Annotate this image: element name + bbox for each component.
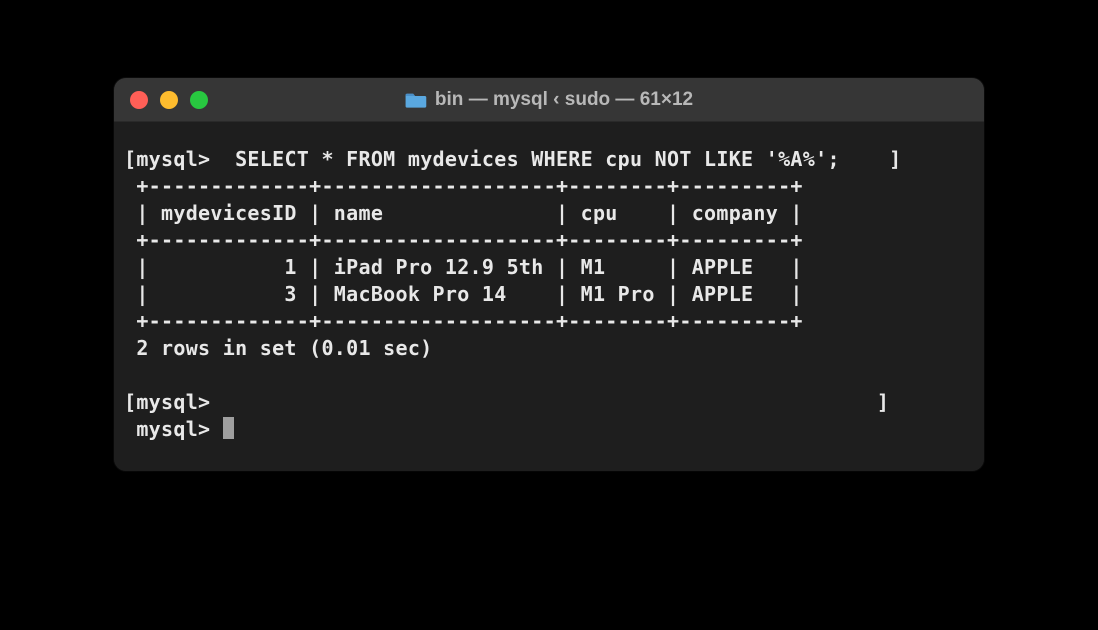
prompt-bracket-open: [mysql> [124, 390, 210, 414]
prompt-bracket-close: ] [877, 390, 889, 414]
table-row: | 3 | MacBook Pro 14 | M1 Pro | APPLE | [136, 282, 802, 306]
prompt-bracket-open: [mysql> [124, 147, 210, 171]
prompt: mysql> [136, 417, 210, 441]
window-title: bin — mysql ‹ sudo — 61×12 [405, 89, 693, 111]
terminal-body[interactable]: [mysql> SELECT * FROM mydevices WHERE cp… [114, 122, 984, 471]
minimize-icon[interactable] [160, 91, 178, 109]
close-icon[interactable] [130, 91, 148, 109]
table-row: | 1 | iPad Pro 12.9 5th | M1 | APPLE | [136, 255, 802, 279]
prompt-bracket-close: ] [889, 147, 901, 171]
table-border-top: +-------------+-------------------+-----… [136, 174, 802, 198]
table-border-bottom: +-------------+-------------------+-----… [136, 309, 802, 333]
folder-icon [405, 91, 427, 109]
sql-command: SELECT * FROM mydevices WHERE cpu NOT LI… [223, 147, 840, 171]
titlebar[interactable]: bin — mysql ‹ sudo — 61×12 [114, 78, 984, 122]
table-border-mid: +-------------+-------------------+-----… [136, 228, 802, 252]
cursor-icon [223, 417, 234, 439]
table-header: | mydevicesID | name | cpu | company | [136, 201, 802, 225]
traffic-lights [130, 91, 208, 109]
zoom-icon[interactable] [190, 91, 208, 109]
result-status: 2 rows in set (0.01 sec) [136, 336, 432, 360]
window-title-text: bin — mysql ‹ sudo — 61×12 [435, 89, 693, 111]
terminal-window: bin — mysql ‹ sudo — 61×12 [mysql> SELEC… [114, 78, 984, 471]
